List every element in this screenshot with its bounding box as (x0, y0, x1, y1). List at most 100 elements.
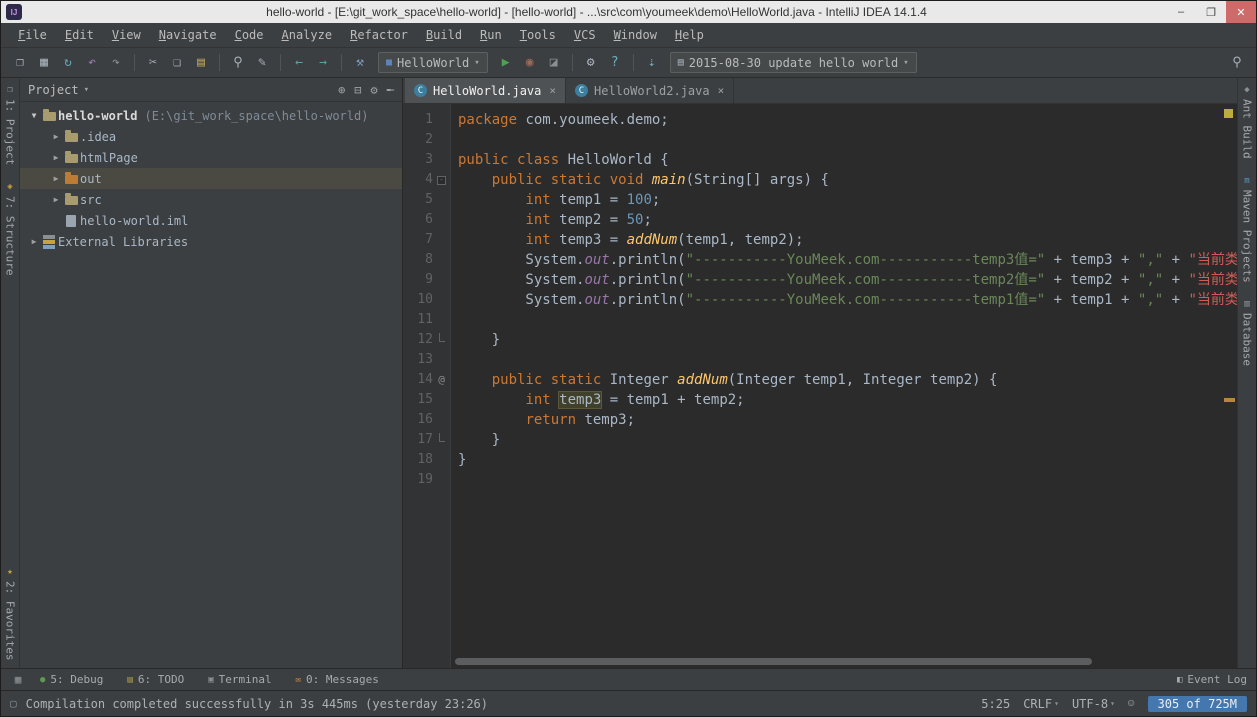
code-line[interactable]: 6 int temp2 = 50; (403, 210, 1237, 230)
save-all-icon[interactable]: ▦ (33, 52, 55, 74)
chevron-collapsed-icon[interactable]: ▶ (50, 132, 62, 141)
code-line[interactable]: 14 @ public static Integer addNum(Integer… (403, 370, 1237, 390)
make-project-icon[interactable]: ⚒ (349, 52, 371, 74)
code-line[interactable]: 10 System.out.println("-----------YouMee… (403, 290, 1237, 310)
code-line[interactable]: 19 (403, 470, 1237, 490)
toolwindow-structure-button[interactable]: ◈ 7: Structure (4, 183, 17, 276)
close-icon[interactable]: × (718, 84, 725, 97)
menu-view[interactable]: View (103, 23, 150, 48)
code-line[interactable]: 9 System.out.println("-----------YouMeek… (403, 270, 1237, 290)
toolwindow-favorites-button[interactable]: ★ 2: Favorites (4, 567, 17, 660)
settings-gear-icon[interactable]: ⚙ (371, 83, 378, 97)
menu-code[interactable]: Code (226, 23, 273, 48)
forward-icon[interactable]: → (312, 52, 334, 74)
chevron-expanded-icon[interactable]: ▼ (28, 111, 40, 120)
run-icon[interactable]: ▶ (495, 52, 517, 74)
fold-end-icon[interactable] (438, 333, 445, 342)
code-line[interactable]: 8 System.out.println("-----------YouMeek… (403, 250, 1237, 270)
code-line[interactable]: 1 package com.youmeek.demo; (403, 110, 1237, 130)
menu-vcs[interactable]: VCS (565, 23, 605, 48)
minimize-button[interactable]: – (1166, 1, 1196, 23)
locate-icon[interactable]: ⊕ (338, 83, 345, 97)
tab-helloworld-java[interactable]: C HelloWorld.java × (405, 78, 566, 103)
help-icon[interactable]: ? (604, 52, 626, 74)
menu-build[interactable]: Build (417, 23, 471, 48)
caret-position-indicator[interactable]: 5:25 (981, 697, 1010, 711)
code-line[interactable]: 17 } (403, 430, 1237, 450)
encoding-indicator[interactable]: UTF-8 ▾ (1072, 697, 1115, 711)
tree-item-root[interactable]: ▼ hello-world (E:\git_work_space\hello-wor… (20, 105, 402, 126)
maximize-button[interactable]: ❐ (1196, 1, 1226, 23)
toolwindow-messages-button[interactable]: ✉ 0: Messages (296, 673, 379, 686)
cut-icon[interactable]: ✂ (142, 52, 164, 74)
menu-tools[interactable]: Tools (511, 23, 565, 48)
code-line[interactable]: 15 int temp3 = temp1 + temp2; (403, 390, 1237, 410)
tree-item-idea-folder[interactable]: ▶ .idea (20, 126, 402, 147)
horizontal-scrollbar[interactable] (455, 658, 1092, 665)
code-line[interactable]: 3 public class HelloWorld { (403, 150, 1237, 170)
menu-file[interactable]: File (9, 23, 56, 48)
toolwindow-debug-button[interactable]: ● 5: Debug (40, 673, 103, 686)
code-editor[interactable]: 1 package com.youmeek.demo; 2 3 public class… (403, 104, 1237, 668)
toolwindow-database-button[interactable]: ▥ Database (1241, 300, 1254, 366)
tree-item-src-folder[interactable]: ▶ src (20, 189, 402, 210)
menu-navigate[interactable]: Navigate (150, 23, 226, 48)
code-line[interactable]: 7 int temp3 = addNum(temp1, temp2); (403, 230, 1237, 250)
menu-edit[interactable]: Edit (56, 23, 103, 48)
inspector-icon[interactable]: ☺ (1128, 697, 1135, 710)
hide-panel-icon[interactable]: ╾ (387, 83, 394, 97)
coverage-icon[interactable]: ◪ (543, 52, 565, 74)
code-line[interactable]: 13 (403, 350, 1237, 370)
toolwindow-ant-button[interactable]: ◆ Ant Build (1241, 86, 1254, 159)
code-line[interactable]: 16 return temp3; (403, 410, 1237, 430)
copy-icon[interactable]: ❏ (166, 52, 188, 74)
menu-refactor[interactable]: Refactor (341, 23, 417, 48)
debug-icon[interactable]: ◉ (519, 52, 541, 74)
fold-collapse-icon[interactable]: - (437, 175, 446, 185)
toolwindow-todo-button[interactable]: ▤ 6: TODO (127, 673, 184, 686)
settings-icon[interactable]: ⚙ (580, 52, 602, 74)
code-line[interactable]: 5 int temp1 = 100; (403, 190, 1237, 210)
code-line[interactable]: 12 } (403, 330, 1237, 350)
title-bar[interactable]: IJ hello-world - [E:\git_work_space\hell… (1, 1, 1256, 23)
paste-icon[interactable]: ▤ (190, 52, 212, 74)
toolwindow-project-button[interactable]: ❐ 1: Project (4, 86, 17, 166)
undo-icon[interactable]: ↶ (81, 52, 103, 74)
fold-end-icon[interactable] (438, 433, 445, 442)
chevron-collapsed-icon[interactable]: ▶ (50, 195, 62, 204)
toolwindow-terminal-button[interactable]: ▣ Terminal (208, 673, 271, 686)
code-line[interactable]: 4- public static void main(String[] args… (403, 170, 1237, 190)
menu-help[interactable]: Help (666, 23, 713, 48)
chevron-down-icon[interactable]: ▾ (84, 85, 89, 95)
run-config-combo[interactable]: ■ HelloWorld ▾ (378, 52, 488, 73)
error-stripe-mark[interactable] (1224, 398, 1235, 402)
back-icon[interactable]: ← (288, 52, 310, 74)
find-icon[interactable]: ⚲ (227, 52, 249, 74)
close-icon[interactable]: × (549, 84, 556, 97)
memory-indicator[interactable]: 305 of 725M (1147, 695, 1247, 712)
search-everywhere-icon[interactable]: ⚲ (1226, 52, 1248, 74)
tree-item-out-folder[interactable]: ▶ out (20, 168, 402, 189)
menu-window[interactable]: Window (605, 23, 666, 48)
tree-item-htmlpage-folder[interactable]: ▶ htmlPage (20, 147, 402, 168)
tree-item-external-libraries[interactable]: ▶ External Libraries (20, 231, 402, 252)
collapse-all-icon[interactable]: ⊟ (354, 83, 361, 97)
tab-helloworld2-java[interactable]: C HelloWorld2.java × (566, 78, 735, 103)
close-button[interactable]: ✕ (1226, 1, 1256, 23)
menu-analyze[interactable]: Analyze (273, 23, 342, 48)
line-separator-indicator[interactable]: CRLF ▾ (1023, 697, 1059, 711)
redo-icon[interactable]: ↷ (105, 52, 127, 74)
open-icon[interactable]: ❐ (9, 52, 31, 74)
sync-icon[interactable]: ↻ (57, 52, 79, 74)
code-line[interactable]: 2 (403, 130, 1237, 150)
code-line[interactable]: 11 (403, 310, 1237, 330)
tree-item-iml-file[interactable]: hello-world.iml (20, 210, 402, 231)
chevron-collapsed-icon[interactable]: ▶ (50, 153, 62, 162)
chevron-collapsed-icon[interactable]: ▶ (50, 174, 62, 183)
statusbar-toggle-icon[interactable]: ▢ (10, 697, 17, 710)
chevron-collapsed-icon[interactable]: ▶ (28, 237, 40, 246)
toolwindow-switcher-icon[interactable]: ▦ (10, 672, 26, 688)
code-line[interactable]: 18} (403, 450, 1237, 470)
event-log-button[interactable]: ◧ Event Log (1177, 673, 1247, 686)
replace-icon[interactable]: ✎ (251, 52, 273, 74)
